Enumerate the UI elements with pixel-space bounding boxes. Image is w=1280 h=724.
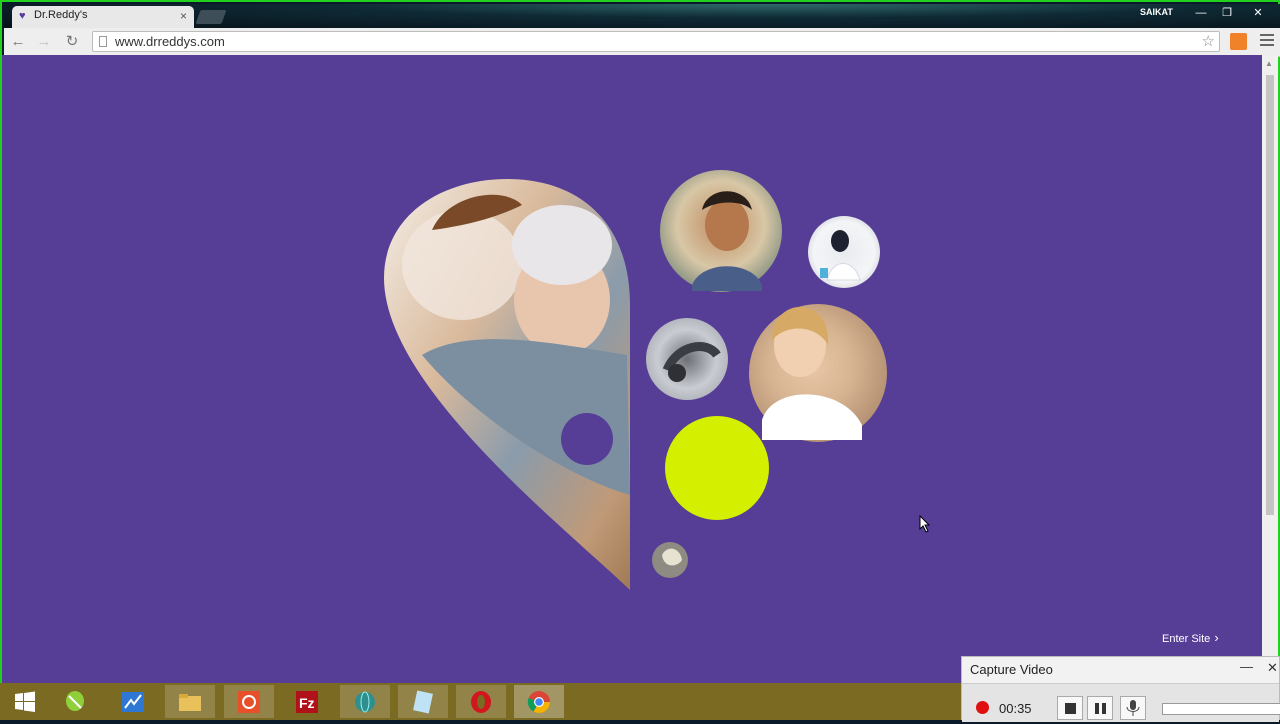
bookmark-star-icon[interactable]: ☆ bbox=[1202, 32, 1215, 50]
brand-artwork bbox=[384, 170, 887, 590]
scroll-up-icon[interactable]: ▲ bbox=[1265, 59, 1273, 68]
microphone-button[interactable] bbox=[1120, 696, 1146, 720]
yellow-accent-circle bbox=[665, 416, 769, 520]
browser-toolbar: ← → ↻ ☆ bbox=[4, 28, 1280, 57]
taskbar-opera[interactable] bbox=[456, 685, 506, 718]
microscope-photo bbox=[646, 318, 728, 400]
chrome-menu-icon[interactable] bbox=[1260, 34, 1274, 48]
mouse-cursor-icon bbox=[919, 515, 931, 533]
woman-photo bbox=[749, 304, 887, 442]
start-button[interactable] bbox=[0, 685, 50, 718]
enter-site-label: Enter Site bbox=[1162, 633, 1211, 645]
forward-icon[interactable]: → bbox=[35, 33, 53, 51]
record-app-icon bbox=[238, 691, 260, 713]
new-tab-button[interactable] bbox=[195, 10, 227, 24]
opera-icon bbox=[471, 691, 491, 713]
chevron-right-icon: › bbox=[1214, 630, 1219, 645]
taskbar-notepad[interactable] bbox=[398, 685, 448, 718]
capture-video-panel: Capture Video — ✕ 00:35 bbox=[961, 656, 1280, 722]
tab-title: Dr.Reddy's bbox=[34, 9, 88, 21]
page-icon bbox=[99, 36, 107, 47]
pause-button[interactable] bbox=[1087, 696, 1113, 720]
scroll-thumb[interactable] bbox=[1266, 75, 1274, 515]
pause-icon bbox=[1095, 703, 1099, 714]
record-indicator-icon bbox=[976, 701, 989, 714]
lab-photo bbox=[808, 216, 880, 288]
chrome-icon bbox=[527, 691, 550, 713]
small-photo bbox=[652, 542, 688, 578]
taskbar-corel[interactable] bbox=[50, 685, 100, 718]
browser-titlebar: ♥ Dr.Reddy's × SAIKAT — ❐ ✕ bbox=[4, 4, 1280, 28]
extension-icon[interactable] bbox=[1230, 33, 1247, 50]
taskbar-recorder[interactable] bbox=[224, 685, 274, 718]
url-input[interactable] bbox=[115, 34, 1185, 49]
address-bar[interactable]: ☆ bbox=[92, 31, 1220, 52]
taskbar-chrome[interactable] bbox=[514, 685, 564, 718]
folder-icon bbox=[179, 694, 201, 711]
capture-controls: 00:35 bbox=[962, 683, 1280, 722]
volume-level-bar[interactable] bbox=[1162, 703, 1280, 715]
capture-title: Capture Video bbox=[970, 662, 1053, 677]
reload-icon[interactable]: ↻ bbox=[63, 33, 81, 51]
stop-button[interactable] bbox=[1057, 696, 1083, 720]
minimize-icon[interactable]: — bbox=[1190, 6, 1212, 22]
chart-app-icon bbox=[122, 692, 144, 712]
enter-site-link[interactable]: Enter Site › bbox=[1162, 630, 1219, 645]
taskbar-app-blue[interactable] bbox=[108, 685, 158, 718]
restore-icon[interactable]: ❐ bbox=[1216, 6, 1238, 22]
filezilla-icon: Fz bbox=[296, 691, 318, 713]
microphone-icon bbox=[1126, 700, 1140, 716]
capture-close-icon[interactable]: ✕ bbox=[1267, 660, 1278, 676]
browser-tab[interactable]: ♥ Dr.Reddy's × bbox=[12, 6, 194, 28]
corel-balloon-icon bbox=[66, 691, 84, 711]
back-icon[interactable]: ← bbox=[9, 33, 27, 51]
page-content: Enter Site › bbox=[2, 55, 1262, 683]
tab-close-icon[interactable]: × bbox=[180, 9, 187, 23]
stop-icon bbox=[1065, 703, 1076, 714]
capture-minimize-icon[interactable]: — bbox=[1240, 659, 1253, 674]
boy-photo bbox=[660, 170, 782, 292]
heart-photo bbox=[384, 179, 630, 590]
windows-logo-icon bbox=[15, 691, 35, 712]
svg-text:Fz: Fz bbox=[299, 695, 315, 711]
vertical-scrollbar[interactable]: ▲ bbox=[1262, 55, 1278, 683]
taskbar-globe[interactable] bbox=[340, 685, 390, 718]
globe-icon bbox=[355, 691, 375, 713]
notepad-icon bbox=[413, 690, 433, 714]
close-window-icon[interactable]: ✕ bbox=[1247, 6, 1269, 22]
heart-icon: ♥ bbox=[19, 10, 26, 22]
taskbar-filezilla[interactable]: Fz bbox=[282, 685, 332, 718]
taskbar-explorer[interactable] bbox=[165, 685, 215, 718]
capture-timer: 00:35 bbox=[999, 701, 1032, 716]
profile-name[interactable]: SAIKAT bbox=[1140, 7, 1173, 17]
